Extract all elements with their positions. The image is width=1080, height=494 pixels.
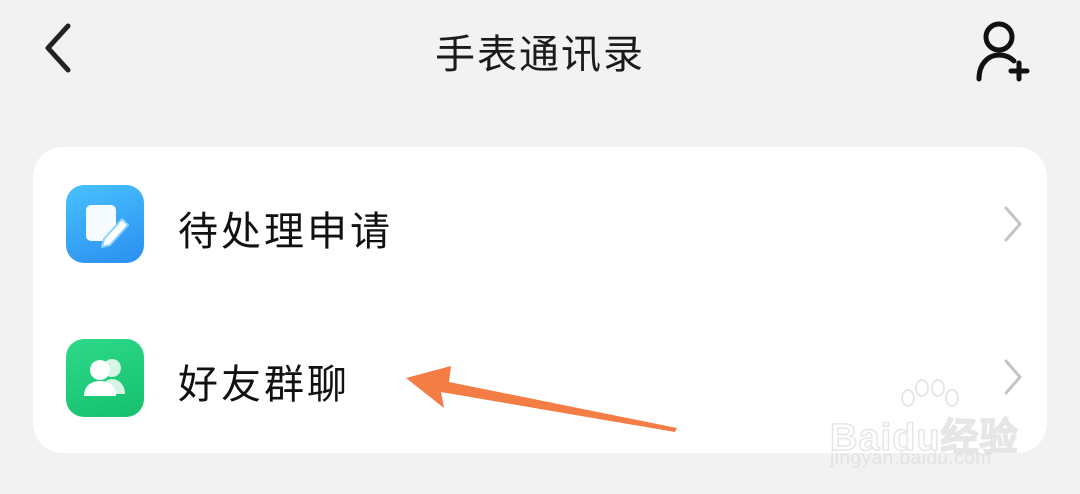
pending-requests-item[interactable]: 待处理申请: [33, 147, 1047, 300]
watermark-url: jingyan.baidu.com: [830, 448, 992, 469]
note-edit-icon: [66, 185, 144, 263]
chevron-right-icon: [1004, 206, 1022, 242]
page-title: 手表通讯录: [435, 32, 645, 78]
pending-requests-label: 待处理申请: [178, 209, 393, 255]
top-bar: 手表通讯录: [0, 0, 1080, 100]
add-contact-icon: [976, 21, 1030, 82]
group-users-icon: [66, 339, 144, 417]
friend-group-chat-label: 好友群聊: [178, 362, 350, 408]
watermark: Baidu经验 jingyan.baidu.com: [826, 378, 1026, 478]
add-contact-button[interactable]: [964, 16, 1040, 86]
